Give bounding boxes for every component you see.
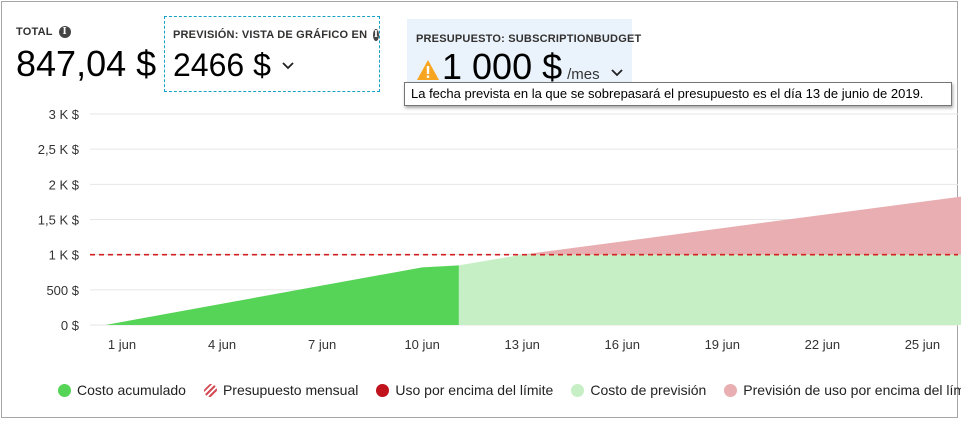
budget-value: 1 000 $: [442, 46, 563, 87]
chevron-down-icon[interactable]: [610, 65, 624, 79]
forecast-card[interactable]: PREVISIÓN: VISTA DE GRÁFICO EN i 2466 $: [164, 16, 380, 92]
forecast-over-limit-area: [522, 196, 961, 255]
legend-item[interactable]: Costo acumulado: [58, 382, 186, 398]
x-tick-label: 13 jun: [504, 337, 539, 352]
legend-swatch: [58, 383, 71, 397]
x-tick-label: 7 jun: [308, 337, 336, 352]
legend-item[interactable]: Presupuesto mensual: [203, 382, 359, 398]
x-tick-label: 4 jun: [208, 337, 236, 352]
info-icon[interactable]: i: [58, 26, 71, 38]
forecast-value: 2466 $: [173, 47, 271, 83]
warning-icon: [417, 60, 439, 80]
legend-swatch: [376, 383, 390, 397]
y-tick-label: 3 K $: [49, 107, 80, 122]
legend-item[interactable]: Costo de previsión: [571, 382, 706, 398]
y-tick-label: 1,5 K $: [38, 213, 80, 228]
legend-label: Uso por encima del límite: [395, 382, 554, 398]
accumulated-cost-area: [105, 265, 459, 325]
x-tick-label: 19 jun: [705, 337, 740, 352]
legend-label: Costo de previsión: [590, 382, 707, 398]
y-tick-label: 2 K $: [49, 177, 80, 192]
y-tick-label: 0 $: [61, 318, 80, 333]
budget-exceed-tooltip: La fecha prevista en la que se sobrepasa…: [404, 82, 952, 106]
total-value: 847,04 $: [16, 43, 157, 84]
legend-swatch: [203, 383, 217, 397]
y-tick-label: 2,5 K $: [38, 142, 80, 157]
legend-label: Presupuesto mensual: [222, 382, 359, 398]
chevron-down-icon[interactable]: [281, 58, 295, 72]
y-tick-label: 1 K $: [49, 248, 80, 263]
info-icon[interactable]: i: [373, 29, 379, 41]
legend-label: Costo acumulado: [77, 382, 186, 398]
legend-swatch: [571, 383, 585, 397]
x-tick-label: 1 jun: [108, 337, 136, 352]
legend-label: Previsión de uso por encima del límite: [743, 382, 961, 398]
x-tick-label: 16 jun: [605, 337, 640, 352]
x-tick-label: 22 jun: [805, 337, 840, 352]
budget-label: PRESUPUESTO: SUBSCRIPTIONBUDGET: [416, 33, 642, 45]
legend-item[interactable]: Previsión de uso por encima del límite: [724, 382, 961, 398]
chart-legend: Costo acumulado Presupuesto mensual Uso po…: [58, 382, 961, 398]
x-tick-label: 25 jun: [905, 337, 940, 352]
legend-swatch: [724, 383, 738, 397]
forecast-label: PREVISIÓN: VISTA DE GRÁFICO EN: [173, 29, 368, 41]
total-label: TOTAL: [16, 26, 53, 38]
budget-card[interactable]: PRESUPUESTO: SUBSCRIPTIONBUDGET 1 000 $ …: [407, 19, 641, 87]
y-tick-label: 500 $: [46, 283, 79, 298]
total-cost-card: TOTAL i 847,04 $: [16, 26, 156, 92]
legend-item[interactable]: Uso por encima del límite: [376, 382, 553, 398]
forecast-cost-area: [458, 254, 961, 325]
x-tick-label: 10 jun: [404, 337, 439, 352]
